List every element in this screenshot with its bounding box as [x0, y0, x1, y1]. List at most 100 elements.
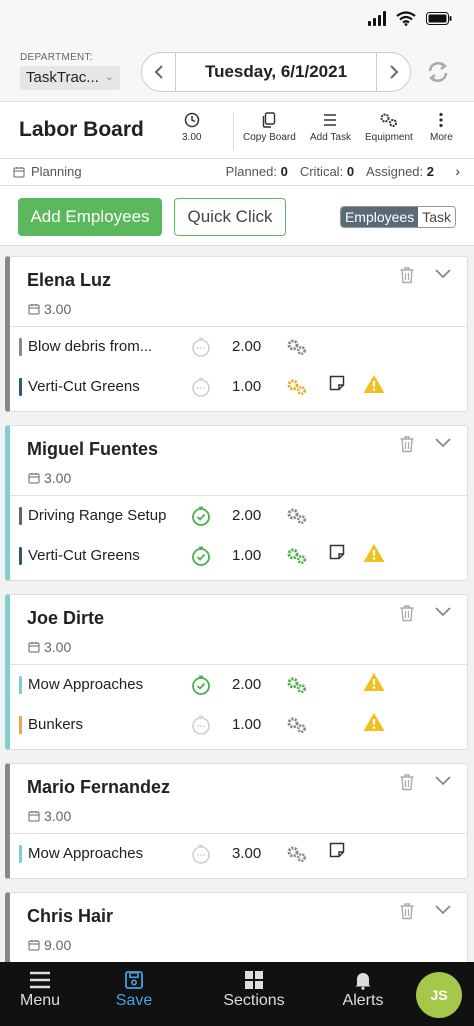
page-title: Labor Board	[19, 118, 144, 141]
critical-count: 0	[346, 164, 355, 179]
trash-icon[interactable]	[399, 773, 415, 791]
grid-icon	[245, 971, 263, 989]
task-timer[interactable]	[190, 545, 212, 572]
card-divider	[10, 326, 467, 327]
employee-hours: 9.00	[28, 937, 71, 953]
quick-click-button[interactable]: Quick Click	[174, 198, 286, 236]
task-color-bar	[19, 507, 22, 525]
timer-check-icon	[192, 546, 210, 566]
toggle-task[interactable]: Task	[418, 207, 455, 227]
employee-hours: 3.00	[28, 808, 71, 824]
gears-icon	[380, 113, 397, 127]
save-label: Save	[115, 992, 153, 1009]
task-alert[interactable]	[362, 542, 386, 569]
task-timer[interactable]	[190, 376, 212, 403]
chevron-down-icon[interactable]	[434, 773, 452, 787]
task-timer[interactable]	[190, 714, 212, 741]
task-equipment[interactable]	[286, 715, 308, 740]
chevron-down-icon[interactable]	[434, 902, 452, 916]
planning-mode[interactable]: Planning	[13, 164, 82, 179]
equipment-gears-icon	[287, 846, 307, 863]
chevron-down-icon: ⌄	[104, 71, 114, 83]
task-note[interactable]	[328, 374, 346, 397]
timer-icon	[192, 337, 210, 357]
employee-hours: 3.00	[28, 639, 71, 655]
task-equipment[interactable]	[286, 377, 308, 402]
task-equipment[interactable]	[286, 675, 308, 700]
task-row[interactable]: Verti-Cut Greens 1.00	[10, 369, 467, 405]
task-row[interactable]: Blow debris from... 2.00	[10, 329, 467, 365]
chevron-right-icon[interactable]: ›	[455, 163, 460, 179]
employee-card[interactable]: Chris Hair9.00Mow Greens -...4.00	[5, 892, 468, 962]
task-row[interactable]: Mow Approaches 2.00	[10, 667, 467, 703]
equipment-label: Equipment	[365, 132, 413, 143]
equipment-gears-icon	[287, 717, 307, 734]
employee-hours-value: 3.00	[44, 470, 72, 486]
employee-card[interactable]: Joe Dirte 3.00 Mow Approaches 2.00 Bunkers 1.…	[5, 594, 468, 750]
view-toggle: Employees Task	[339, 206, 456, 228]
employee-card[interactable]: Miguel Fuentes 3.00 Driving Range Setup 2.0…	[5, 425, 468, 581]
task-equipment[interactable]	[286, 506, 308, 531]
equipment-gears-icon	[287, 508, 307, 525]
trash-icon[interactable]	[399, 266, 415, 284]
task-row[interactable]: Verti-Cut Greens 1.00	[10, 538, 467, 574]
menu-label: Menu	[19, 992, 61, 1009]
task-equipment[interactable]	[286, 844, 308, 869]
task-alert[interactable]	[362, 373, 386, 400]
task-timer[interactable]	[190, 843, 212, 870]
task-name: Verti-Cut Greens	[28, 378, 140, 395]
current-date[interactable]: Tuesday, 6/1/2021	[176, 62, 376, 82]
task-row[interactable]: Driving Range Setup 2.00	[10, 498, 467, 534]
menu-button[interactable]: Menu	[12, 962, 68, 1026]
user-avatar[interactable]: JS	[416, 972, 462, 1018]
task-note[interactable]	[328, 841, 346, 864]
alerts-button[interactable]: Alerts	[338, 962, 388, 1026]
trash-icon[interactable]	[399, 604, 415, 622]
copy-icon	[263, 112, 276, 128]
chevron-down-icon[interactable]	[434, 604, 452, 618]
previous-day-button[interactable]	[142, 53, 176, 91]
copy-board-button[interactable]: Copy Board	[243, 112, 296, 143]
note-icon	[329, 375, 345, 391]
employee-name: Chris Hair	[27, 906, 114, 926]
add-employees-button[interactable]: Add Employees	[18, 198, 162, 236]
employee-hours-value: 3.00	[44, 808, 72, 824]
warning-icon	[363, 544, 385, 562]
task-name: Mow Approaches	[28, 845, 144, 862]
task-alert[interactable]	[362, 711, 386, 738]
card-divider	[10, 833, 467, 834]
trash-icon[interactable]	[399, 902, 415, 920]
task-name: Verti-Cut Greens	[28, 547, 140, 564]
task-row[interactable]: Bunkers 1.00	[10, 707, 467, 743]
task-equipment[interactable]	[286, 337, 308, 362]
toggle-employees[interactable]: Employees	[340, 207, 419, 227]
employee-card[interactable]: Mario Fernandez 3.00 Mow Approaches 3.00	[5, 763, 468, 879]
task-timer[interactable]	[190, 505, 212, 532]
task-note[interactable]	[328, 543, 346, 566]
chevron-down-icon[interactable]	[434, 435, 452, 449]
task-equipment[interactable]	[286, 546, 308, 571]
add-task-button[interactable]: Add Task	[310, 112, 351, 143]
task-hours: 1.00	[232, 378, 262, 395]
next-day-button[interactable]	[376, 53, 410, 91]
employee-card[interactable]: Elena Luz 3.00 Blow debris from... 2.00 Vert…	[5, 256, 468, 412]
more-button[interactable]: More	[430, 112, 453, 143]
trash-icon[interactable]	[399, 435, 415, 453]
task-timer[interactable]	[190, 336, 212, 363]
alerts-label: Alerts	[342, 992, 384, 1009]
calendar-icon	[28, 811, 40, 822]
note-icon	[329, 842, 345, 858]
calendar-icon	[28, 642, 40, 653]
warning-icon	[363, 713, 385, 731]
refresh-icon[interactable]	[426, 60, 450, 84]
save-button[interactable]: Save	[108, 962, 160, 1026]
task-row[interactable]: Mow Approaches 3.00	[10, 836, 467, 872]
task-timer[interactable]	[190, 674, 212, 701]
task-alert[interactable]	[362, 671, 386, 698]
chevron-down-icon[interactable]	[434, 266, 452, 280]
equipment-button[interactable]: Equipment	[365, 112, 413, 143]
department-select[interactable]: TaskTrac... ⌄	[20, 66, 120, 90]
warning-icon	[363, 375, 385, 393]
sections-button[interactable]: Sections	[220, 962, 288, 1026]
task-hours: 2.00	[232, 676, 262, 693]
